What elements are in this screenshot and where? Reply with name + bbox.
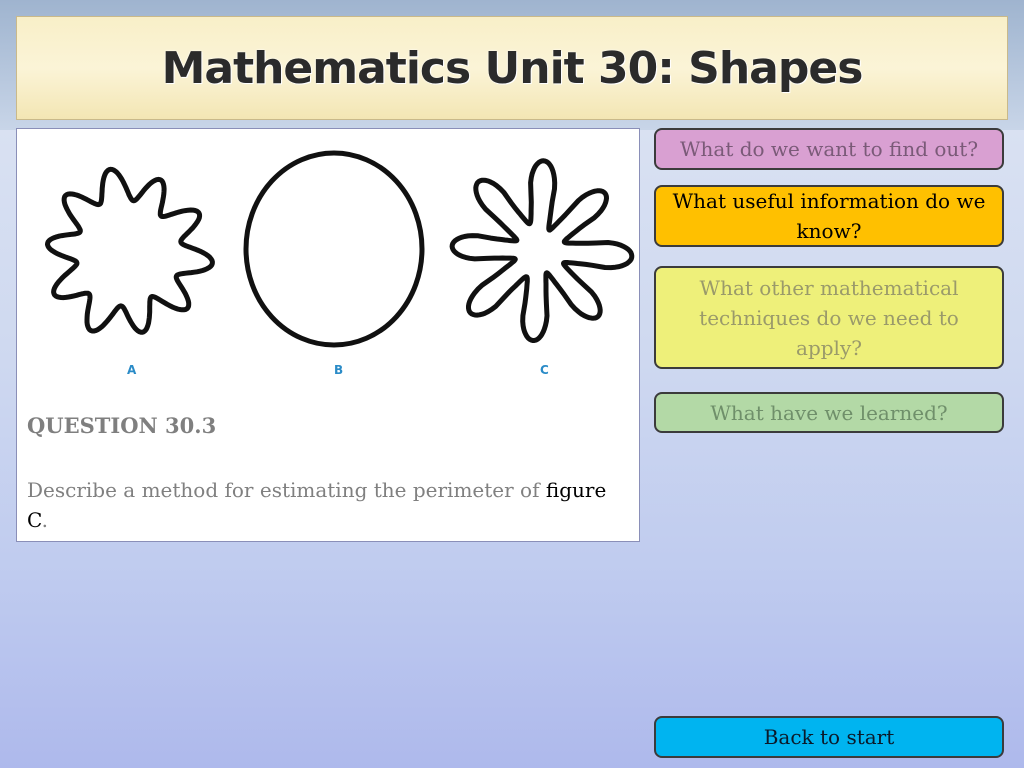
shape-a-label: A [127,363,137,377]
question-title: QUESTION 30.3 [27,413,217,438]
shape-b-label: B [334,363,344,377]
techniques-button[interactable]: What other mathematical techniques do we… [654,266,1004,369]
page-title: Mathematics Unit 30: Shapes [161,42,864,94]
question-text-prefix: Describe a method for estimating the per… [27,478,546,502]
question-text: Describe a method for estimating the per… [27,475,607,535]
back-to-start-label: Back to start [763,725,895,749]
shape-c-star-outline [449,158,635,343]
shape-a-wavy-outline [45,166,215,335]
learned-label: What have we learned? [710,400,948,425]
learned-button[interactable]: What have we learned? [654,392,1004,433]
find-out-label: What do we want to find out? [679,137,979,161]
useful-info-label: What useful information do we know? [672,189,986,243]
techniques-label: What other mathematical techniques do we… [699,275,959,360]
find-out-button[interactable]: What do we want to find out? [654,128,1004,170]
back-to-start-button[interactable]: Back to start [654,716,1004,758]
question-text-suffix: . [41,508,48,532]
shape-c-label: C [540,363,549,377]
useful-info-button[interactable]: What useful information do we know? [654,185,1004,247]
shape-b-circle [243,150,425,348]
title-banner: Mathematics Unit 30: Shapes [16,16,1008,120]
shapes-figure [45,150,635,348]
question-panel: A B C QUESTION 30.3 Describe a method fo… [16,128,640,542]
